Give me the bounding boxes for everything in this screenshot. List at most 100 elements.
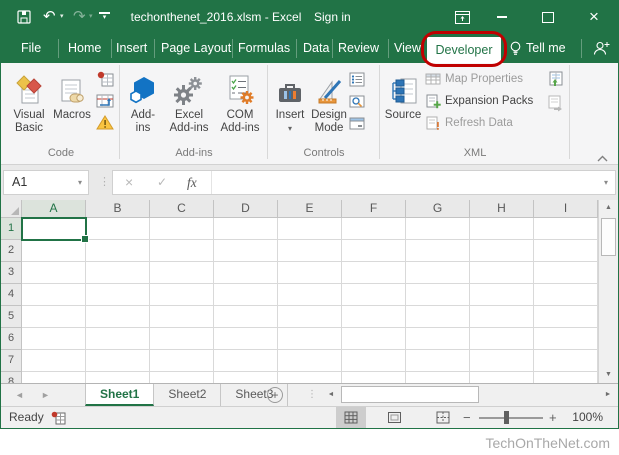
- row-header-8[interactable]: 8: [1, 372, 22, 383]
- vertical-scrollbar-thumb[interactable]: [601, 218, 616, 256]
- use-relative-references-button[interactable]: [95, 91, 115, 111]
- cell-I5[interactable]: [534, 306, 598, 328]
- undo-button[interactable]: ↶: [43, 1, 56, 33]
- cell-C5[interactable]: [150, 306, 214, 328]
- cell-I3[interactable]: [534, 262, 598, 284]
- cell-G5[interactable]: [406, 306, 470, 328]
- cell-F6[interactable]: [342, 328, 406, 350]
- account-person-icon[interactable]: [593, 40, 610, 62]
- cell-F2[interactable]: [342, 240, 406, 262]
- scroll-up-button[interactable]: ▲: [599, 200, 618, 216]
- cell-H3[interactable]: [470, 262, 534, 284]
- cell-A6[interactable]: [22, 328, 86, 350]
- cell-D2[interactable]: [214, 240, 278, 262]
- cell-I2[interactable]: [534, 240, 598, 262]
- visual-basic-button[interactable]: VisualBasic: [7, 67, 51, 159]
- cell-A3[interactable]: [22, 262, 86, 284]
- cell-A7[interactable]: [22, 350, 86, 372]
- cell-H8[interactable]: [470, 372, 534, 383]
- cell-C2[interactable]: [150, 240, 214, 262]
- cell-B2[interactable]: [86, 240, 150, 262]
- tab-insert[interactable]: Insert: [116, 33, 147, 63]
- cell-F8[interactable]: [342, 372, 406, 383]
- cell-B7[interactable]: [86, 350, 150, 372]
- column-header-I[interactable]: I: [534, 200, 598, 218]
- expansion-packs-button[interactable]: Expansion Packs: [425, 92, 533, 110]
- cell-G8[interactable]: [406, 372, 470, 383]
- row-header-7[interactable]: 7: [1, 350, 22, 372]
- vertical-scrollbar[interactable]: ▲ ▼: [598, 200, 618, 383]
- macros-button[interactable]: Macros: [51, 67, 93, 159]
- row-header-3[interactable]: 3: [1, 262, 22, 284]
- ribbon-display-options-button[interactable]: [451, 1, 473, 33]
- column-header-H[interactable]: H: [470, 200, 534, 218]
- tab-review[interactable]: Review: [338, 33, 379, 63]
- cell-A5[interactable]: [22, 306, 86, 328]
- cell-E4[interactable]: [278, 284, 342, 306]
- cell-C1[interactable]: [150, 218, 214, 240]
- new-sheet-button[interactable]: +: [267, 387, 283, 403]
- macro-recording-button[interactable]: [51, 411, 66, 430]
- enter-check-icon[interactable]: ✓: [157, 171, 167, 194]
- cell-H6[interactable]: [470, 328, 534, 350]
- zoom-in-button[interactable]: +: [549, 407, 557, 428]
- cell-B6[interactable]: [86, 328, 150, 350]
- zoom-slider-track[interactable]: [479, 417, 543, 419]
- tab-developer-active[interactable]: Developer: [427, 37, 501, 63]
- cell-B3[interactable]: [86, 262, 150, 284]
- tab-page-layout[interactable]: Page Layout: [161, 33, 231, 63]
- insert-control-button[interactable]: Insert▾: [272, 67, 308, 159]
- tab-formulas[interactable]: Formulas: [238, 33, 290, 63]
- cell-H5[interactable]: [470, 306, 534, 328]
- cell-H7[interactable]: [470, 350, 534, 372]
- tab-file[interactable]: File: [21, 33, 41, 63]
- cell-E1[interactable]: [278, 218, 342, 240]
- column-header-G[interactable]: G: [406, 200, 470, 218]
- cell-H4[interactable]: [470, 284, 534, 306]
- name-box[interactable]: A1 ▾: [3, 170, 89, 195]
- refresh-data-button[interactable]: Refresh Data: [425, 114, 513, 132]
- cell-C6[interactable]: [150, 328, 214, 350]
- cell-F5[interactable]: [342, 306, 406, 328]
- cell-C3[interactable]: [150, 262, 214, 284]
- tab-view[interactable]: View: [394, 33, 421, 63]
- cell-D5[interactable]: [214, 306, 278, 328]
- import-button[interactable]: [545, 69, 565, 89]
- cell-I4[interactable]: [534, 284, 598, 306]
- horizontal-scrollbar[interactable]: ◄ ►: [323, 386, 616, 404]
- fill-handle[interactable]: [81, 235, 89, 243]
- sign-in-button[interactable]: Sign in: [314, 1, 351, 33]
- cell-B8[interactable]: [86, 372, 150, 383]
- selected-cell-a1-outline[interactable]: [21, 217, 87, 241]
- zoom-out-button[interactable]: −: [463, 407, 471, 428]
- column-header-B[interactable]: B: [86, 200, 150, 218]
- column-header-E[interactable]: E: [278, 200, 342, 218]
- cell-A2[interactable]: [22, 240, 86, 262]
- column-header-D[interactable]: D: [214, 200, 278, 218]
- cell-G2[interactable]: [406, 240, 470, 262]
- cell-C7[interactable]: [150, 350, 214, 372]
- cell-I8[interactable]: [534, 372, 598, 383]
- row-header-2[interactable]: 2: [1, 240, 22, 262]
- minimize-button[interactable]: [491, 1, 513, 33]
- column-header-A[interactable]: A: [22, 200, 86, 218]
- source-button[interactable]: Source: [383, 67, 423, 159]
- redo-dropdown-arrow[interactable]: ▾: [89, 1, 93, 33]
- column-header-F[interactable]: F: [342, 200, 406, 218]
- run-dialog-button[interactable]: [347, 113, 367, 133]
- map-properties-button[interactable]: Map Properties: [425, 70, 523, 88]
- cell-F7[interactable]: [342, 350, 406, 372]
- cell-D4[interactable]: [214, 284, 278, 306]
- view-code-button[interactable]: [347, 91, 367, 111]
- cell-D7[interactable]: [214, 350, 278, 372]
- tab-data[interactable]: Data: [303, 33, 329, 63]
- cell-B1[interactable]: [86, 218, 150, 240]
- page-layout-view-button[interactable]: [379, 407, 409, 428]
- cell-G4[interactable]: [406, 284, 470, 306]
- cell-E2[interactable]: [278, 240, 342, 262]
- export-button[interactable]: [545, 93, 565, 113]
- maximize-button[interactable]: [537, 1, 559, 33]
- cell-C4[interactable]: [150, 284, 214, 306]
- row-header-5[interactable]: 5: [1, 306, 22, 328]
- save-icon[interactable]: [17, 10, 31, 29]
